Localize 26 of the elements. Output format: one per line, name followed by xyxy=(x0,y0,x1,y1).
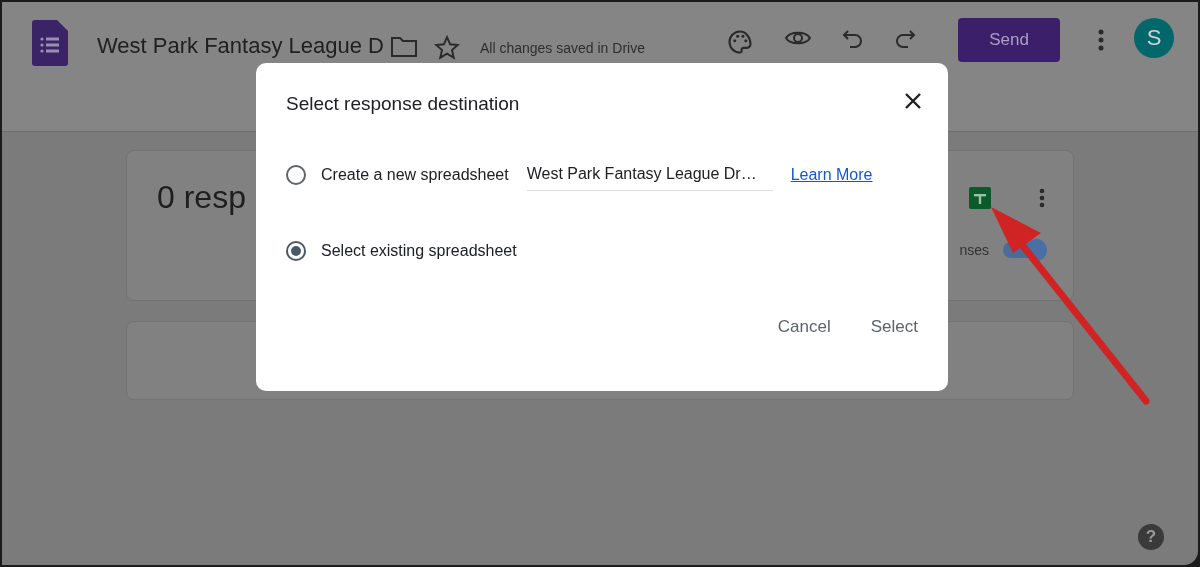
responses-count: 0 resp xyxy=(157,179,246,216)
save-status: All changes saved in Drive xyxy=(479,40,645,56)
radio-button[interactable] xyxy=(286,241,306,261)
spreadsheet-name-field[interactable]: West Park Fantasy League Dr… xyxy=(526,159,773,191)
folder-icon[interactable] xyxy=(389,36,418,58)
more-icon[interactable] xyxy=(1039,187,1045,208)
dialog-button[interactable]: Select xyxy=(856,309,932,345)
dialog-title: Select response destination xyxy=(286,93,520,115)
radio-button[interactable] xyxy=(286,165,306,185)
star-icon[interactable] xyxy=(433,35,460,61)
learn-more-link[interactable]: Learn More xyxy=(790,166,873,184)
form-title[interactable]: West Park Fantasy League D xyxy=(97,33,384,59)
forms-logo-icon[interactable] xyxy=(32,20,68,66)
close-icon[interactable] xyxy=(904,92,922,110)
dialog-button[interactable]: Cancel xyxy=(763,309,845,345)
redo-icon[interactable] xyxy=(894,28,916,50)
option-label[interactable]: Select existing spreadsheet xyxy=(321,242,517,260)
sheets-icon[interactable] xyxy=(969,186,991,209)
help-label[interactable]: ? xyxy=(1138,524,1164,550)
accepting-label: nses xyxy=(959,242,989,258)
account-avatar[interactable]: S xyxy=(1134,18,1174,58)
option-label[interactable]: Create a new spreadsheet xyxy=(321,166,509,184)
send-button[interactable]: Send xyxy=(958,18,1060,62)
more-icon[interactable] xyxy=(1098,29,1104,51)
palette-icon[interactable] xyxy=(726,28,754,56)
undo-icon[interactable] xyxy=(842,28,864,50)
